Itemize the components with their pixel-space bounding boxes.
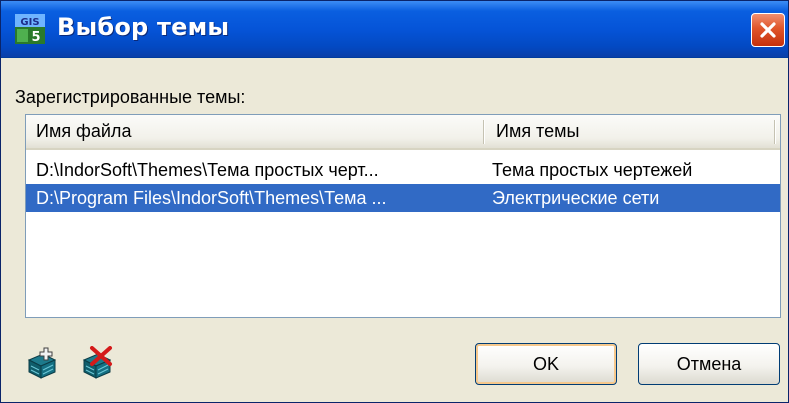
list-row[interactable]: D:\IndorSoft\Themes\Тема простых черт...… bbox=[26, 156, 780, 184]
svg-text:5: 5 bbox=[31, 30, 40, 44]
column-header-theme-name[interactable]: Имя темы bbox=[486, 115, 780, 148]
dialog-title: Выбор темы bbox=[57, 13, 230, 41]
close-icon bbox=[760, 22, 776, 38]
row-file-path: D:\IndorSoft\Themes\Тема простых черт... bbox=[36, 160, 379, 180]
row-theme-name: Тема простых чертежей bbox=[492, 160, 693, 180]
remove-theme-icon[interactable] bbox=[80, 346, 114, 380]
title-bar[interactable]: GIS 5 Выбор темы bbox=[1, 1, 788, 58]
column-separator[interactable] bbox=[774, 120, 776, 144]
svg-text:GIS: GIS bbox=[20, 17, 39, 28]
close-button[interactable] bbox=[751, 13, 785, 47]
registered-themes-label: Зарегистрированные темы: bbox=[15, 87, 246, 107]
column-separator[interactable] bbox=[483, 120, 485, 144]
list-row-selected[interactable]: D:\Program Files\IndorSoft\Themes\Тема .… bbox=[26, 184, 780, 212]
column-header-filename[interactable]: Имя файла bbox=[26, 115, 486, 148]
listview-header: Имя файла Имя темы bbox=[26, 115, 780, 150]
ok-button[interactable]: OK bbox=[475, 343, 617, 385]
gis-app-icon: GIS 5 bbox=[15, 14, 45, 44]
theme-select-dialog: GIS 5 Выбор темы Зарегистрированные темы… bbox=[0, 0, 789, 403]
row-file-path: D:\Program Files\IndorSoft\Themes\Тема .… bbox=[36, 188, 387, 208]
cancel-button[interactable]: Отмена bbox=[638, 343, 780, 385]
row-theme-name: Электрические сети bbox=[492, 188, 660, 208]
add-theme-icon[interactable] bbox=[25, 346, 59, 380]
themes-listview[interactable]: Имя файла Имя темы D:\IndorSoft\Themes\Т… bbox=[25, 114, 781, 318]
